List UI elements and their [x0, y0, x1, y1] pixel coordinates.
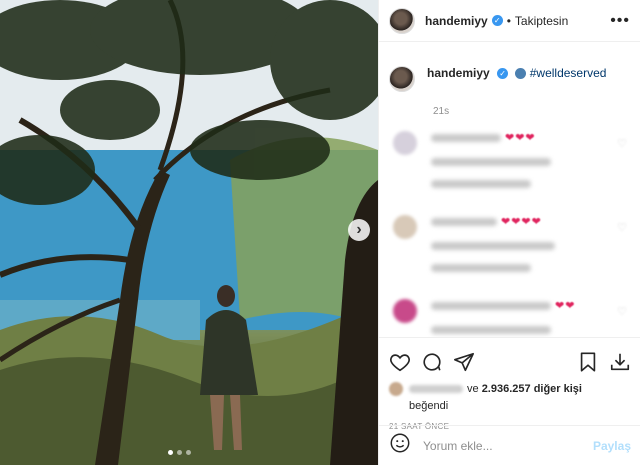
send-icon[interactable]	[453, 351, 475, 373]
separator-dot: •	[506, 13, 511, 28]
caption-username[interactable]: handemiyy	[427, 66, 490, 80]
blurred-username	[431, 133, 501, 142]
comment-input[interactable]	[423, 438, 583, 453]
post-comment-button[interactable]: Paylaş	[593, 439, 631, 453]
blurred-comment-meta	[431, 326, 551, 334]
blurred-replies-link[interactable]	[431, 180, 531, 188]
carousel-dot	[186, 450, 191, 455]
more-options-icon[interactable]: •••	[610, 12, 630, 30]
comment-text: ❤❤	[555, 300, 576, 312]
avatar[interactable]	[393, 299, 417, 323]
comment-item: ❤❤❤❤ ♡	[389, 215, 631, 285]
username-link[interactable]: handemiyy	[425, 14, 488, 28]
avatar	[389, 382, 403, 396]
comment-like-icon[interactable]: ♡	[617, 305, 627, 318]
post-header: handemiyy ✓ • Takiptesin •••	[379, 0, 640, 42]
bookmark-icon[interactable]	[577, 351, 599, 373]
avatar[interactable]	[393, 215, 417, 239]
blurred-username	[431, 301, 551, 310]
comment-icon[interactable]	[421, 351, 443, 373]
avatar[interactable]	[389, 66, 415, 92]
blurred-replies-link[interactable]	[431, 264, 531, 272]
post-photo[interactable]: ›	[0, 0, 378, 465]
caption-time: 21s	[433, 106, 450, 117]
carousel-dot	[177, 450, 182, 455]
blurred-comment-meta	[431, 242, 555, 250]
caption-hashtag[interactable]: #welldeserved	[530, 66, 607, 80]
comment-text: ❤❤❤❤	[501, 216, 542, 228]
caption: handemiyy ✓ #welldeserved	[389, 66, 631, 92]
comment-item: ❤❤❤ ♡	[389, 131, 631, 201]
download-icon[interactable]	[609, 351, 631, 373]
blurred-liker-name[interactable]	[409, 385, 463, 393]
avatar[interactable]	[389, 7, 415, 34]
next-photo-button[interactable]: ›	[348, 219, 370, 241]
photo-scene	[0, 0, 378, 465]
post-actions: ve 2.936.257 diğer kişi beğendi 21 SAAT …	[379, 337, 640, 431]
likes-count[interactable]: 2.936.257	[482, 383, 531, 395]
likes-connector: ve	[467, 383, 479, 395]
verified-badge-icon: ✓	[491, 15, 503, 26]
comment-like-icon[interactable]: ♡	[617, 221, 627, 234]
post-side-panel: handemiyy ✓ • Takiptesin ••• handemiyy ✓…	[378, 0, 640, 465]
add-comment-bar: Paylaş	[379, 425, 640, 465]
blurred-username	[431, 217, 497, 226]
avatar[interactable]	[393, 131, 417, 155]
liked-label: beğendi	[409, 400, 449, 412]
blurred-comment-meta	[431, 158, 551, 166]
carousel-indicator	[168, 450, 191, 455]
verified-badge-icon: ✓	[497, 68, 509, 80]
comments-list[interactable]: handemiyy ✓ #welldeserved 21s ❤❤❤ ♡ ❤❤❤❤…	[379, 42, 640, 337]
comment-item: ❤❤ ♡	[389, 299, 631, 337]
heart-icon[interactable]	[389, 351, 411, 373]
comment-like-icon[interactable]: ♡	[617, 137, 627, 150]
emoji-icon[interactable]	[389, 432, 411, 459]
follow-status-button[interactable]: Takiptesin	[515, 14, 568, 28]
carousel-dot	[168, 450, 173, 455]
likes-suffix[interactable]: diğer kişi	[534, 383, 582, 395]
comment-text: ❤❤❤	[505, 132, 536, 144]
likes-summary[interactable]: ve 2.936.257 diğer kişi	[389, 382, 631, 396]
globe-emoji-icon	[515, 68, 527, 80]
